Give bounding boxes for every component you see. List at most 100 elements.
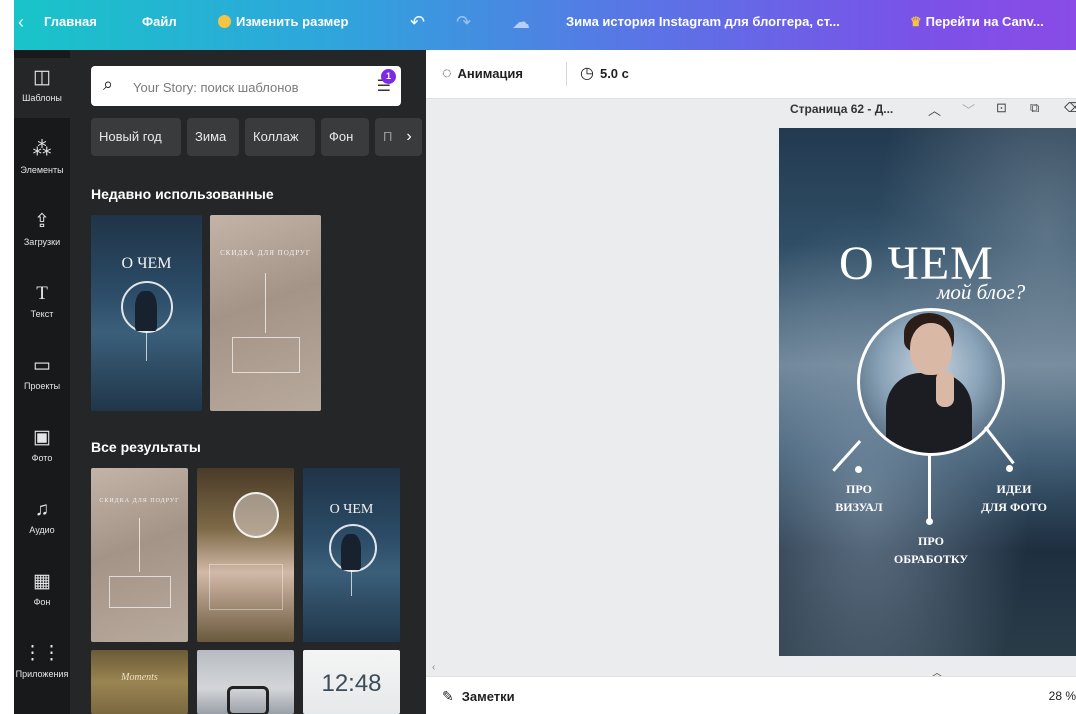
search-box: ⌕ ☰ 1 (91, 66, 401, 106)
rail-label: Аудио (29, 525, 55, 535)
document-title[interactable]: Зима история Instagram для блоггера, ст.… (566, 0, 886, 44)
label-visual[interactable]: ПРО ВИЗУАЛ (831, 480, 887, 516)
notes-button[interactable]: ✎ Заметки (442, 677, 515, 714)
template-thumbnail[interactable]: 12:48 (303, 650, 400, 714)
photo-arm (936, 371, 954, 407)
thumb-person (341, 534, 361, 570)
keyword-chips: Новый год Зима Коллаж Фон П › (91, 118, 422, 158)
template-thumbnail[interactable]: О ЧЕМ (91, 215, 202, 411)
notes-pencil-icon: ✎ (442, 688, 454, 704)
rail-label: Загрузки (23, 237, 61, 247)
rail-item-projects[interactable]: ▭ Проекты (14, 346, 70, 406)
rail-item-photos[interactable]: ▣ Фото (14, 418, 70, 478)
upload-icon: ⇪ (34, 211, 50, 232)
redo-icon[interactable]: ↷ (456, 0, 471, 44)
home-link[interactable]: Главная (44, 0, 97, 44)
label-line: ПРО (846, 482, 872, 496)
page-title[interactable]: Страница 62 - Д... (790, 102, 893, 116)
duplicate-icon[interactable]: ⧉ (1030, 100, 1039, 116)
label-line: ДЛЯ ФОТО (981, 500, 1047, 514)
photo-body (886, 373, 972, 453)
chip-new-year[interactable]: Новый год (91, 118, 181, 156)
chevron-right-icon[interactable]: › (396, 118, 422, 156)
chip-winter[interactable]: Зима (187, 118, 239, 156)
connector-dot (855, 466, 862, 473)
thumb-title: О ЧЕМ (329, 502, 374, 517)
chevron-down-icon[interactable]: ﹀ (962, 100, 975, 119)
undo-icon[interactable]: ↶ (410, 0, 425, 44)
thumb-line (265, 273, 266, 333)
photo-icon: ▣ (33, 427, 51, 448)
thumb-phone (227, 686, 269, 714)
animation-button[interactable]: ◌ Анимация (442, 50, 523, 98)
resize-button[interactable]: Изменить размер (218, 0, 348, 44)
chevron-up-icon[interactable]: ︿ (928, 100, 941, 119)
connector-dot (926, 518, 933, 525)
editor-area: ◌ Анимация ◷ 5.0 с Страница 62 - Д... ︿ ﹀ … (426, 50, 1076, 714)
canvas-photo-circle[interactable] (857, 308, 1005, 456)
thumb-line (351, 570, 352, 596)
trash-icon[interactable]: ⌫ (1064, 100, 1076, 116)
rail-item-audio[interactable]: ♫ Аудио (14, 490, 70, 550)
chip-collage[interactable]: Коллаж (245, 118, 315, 156)
clock-icon: ◷ (580, 65, 594, 82)
background-pattern-icon: ▦ (33, 571, 51, 592)
rail-item-elements[interactable]: ⁂ Элементы (14, 130, 70, 190)
canvas-script-text[interactable]: мой блог? (937, 280, 1025, 305)
side-rail: ◫ Шаблоны ⁂ Элементы ⇪ Загрузки T Текст … (14, 50, 70, 714)
scroll-left-icon[interactable]: ‹ (432, 662, 435, 673)
rail-label: Шаблоны (22, 93, 62, 103)
photo-face (910, 323, 952, 375)
templates-icon: ◫ (33, 67, 51, 88)
template-thumbnail[interactable] (197, 468, 294, 642)
crown-icon: ♛ (910, 14, 922, 29)
duration-button[interactable]: ◷ 5.0 с (580, 50, 629, 98)
rail-item-templates[interactable]: ◫ Шаблоны (14, 58, 70, 118)
animation-icon: ◌ (442, 65, 452, 82)
search-input[interactable] (131, 76, 355, 98)
template-thumbnail[interactable]: СКИДКА ДЛЯ ПОДРУГ (91, 468, 188, 642)
text-icon: T (36, 283, 48, 304)
top-bar: ‹ Главная Файл Изменить размер ↶ ↷ ☁ Зим… (14, 0, 1076, 50)
filter-count-badge: 1 (381, 69, 396, 84)
resize-label: Изменить размер (236, 14, 349, 29)
template-thumbnail[interactable] (197, 650, 294, 714)
upgrade-button[interactable]: ♛ Перейти на Canv... (910, 0, 1044, 44)
template-thumbnail[interactable]: Moments (91, 650, 188, 714)
recent-section-title: Недавно использованные (91, 186, 274, 202)
label-line: ПРО (918, 534, 944, 548)
connector-center (928, 454, 931, 522)
label-line: ОБРАБОТКУ (893, 552, 969, 566)
rail-item-text[interactable]: T Текст (14, 274, 70, 334)
file-menu[interactable]: Файл (142, 0, 177, 44)
music-note-icon: ♫ (34, 499, 50, 520)
thumb-circle (233, 492, 279, 538)
zoom-level[interactable]: 28 % (1049, 677, 1076, 714)
template-thumbnail[interactable]: О ЧЕМ (303, 468, 400, 642)
thumb-line (139, 518, 140, 572)
rail-item-background[interactable]: ▦ Фон (14, 562, 70, 622)
templates-panel: ⌕ ☰ 1 Новый год Зима Коллаж Фон П › Неда… (70, 50, 426, 714)
duration-label: 5.0 с (599, 66, 629, 81)
label-photo-ideas[interactable]: ИДЕИ ДЛЯ ФОТО (973, 480, 1055, 516)
elements-icon: ⁂ (32, 139, 52, 160)
template-thumbnail[interactable]: СКИДКА ДЛЯ ПОДРУГ (210, 215, 321, 411)
rail-item-apps[interactable]: ⋮⋮ Приложения (14, 634, 70, 694)
crown-coin-icon (218, 15, 231, 28)
label-processing[interactable]: ПРО ОБРАБОТКУ (883, 532, 979, 568)
rail-label: Фон (33, 597, 51, 607)
back-chevron-icon[interactable]: ‹ (18, 0, 24, 44)
chip-background[interactable]: Фон (321, 118, 369, 156)
lock-icon[interactable]: ⊡ (996, 100, 1007, 116)
design-canvas[interactable]: О ЧЕМ мой блог? ПРО ВИЗУАЛ ПРО ОБРАБОТКУ… (779, 128, 1076, 656)
editor-footer: ✎ Заметки 28 % (426, 676, 1076, 714)
thumb-sale-text: СКИДКА ДЛЯ ПОДРУГ (99, 498, 180, 504)
rail-item-uploads[interactable]: ⇪ Загрузки (14, 202, 70, 262)
label-line: ВИЗУАЛ (835, 500, 883, 514)
thumb-script-text: Moments (121, 672, 158, 683)
label-line: ИДЕИ (996, 482, 1032, 496)
canva-editor-window: ‹ Главная Файл Изменить размер ↶ ↷ ☁ Зим… (14, 0, 1076, 714)
thumb-clock: 12:48 (321, 670, 382, 697)
search-icon: ⌕ (103, 74, 114, 94)
cloud-save-icon: ☁ (512, 12, 530, 32)
